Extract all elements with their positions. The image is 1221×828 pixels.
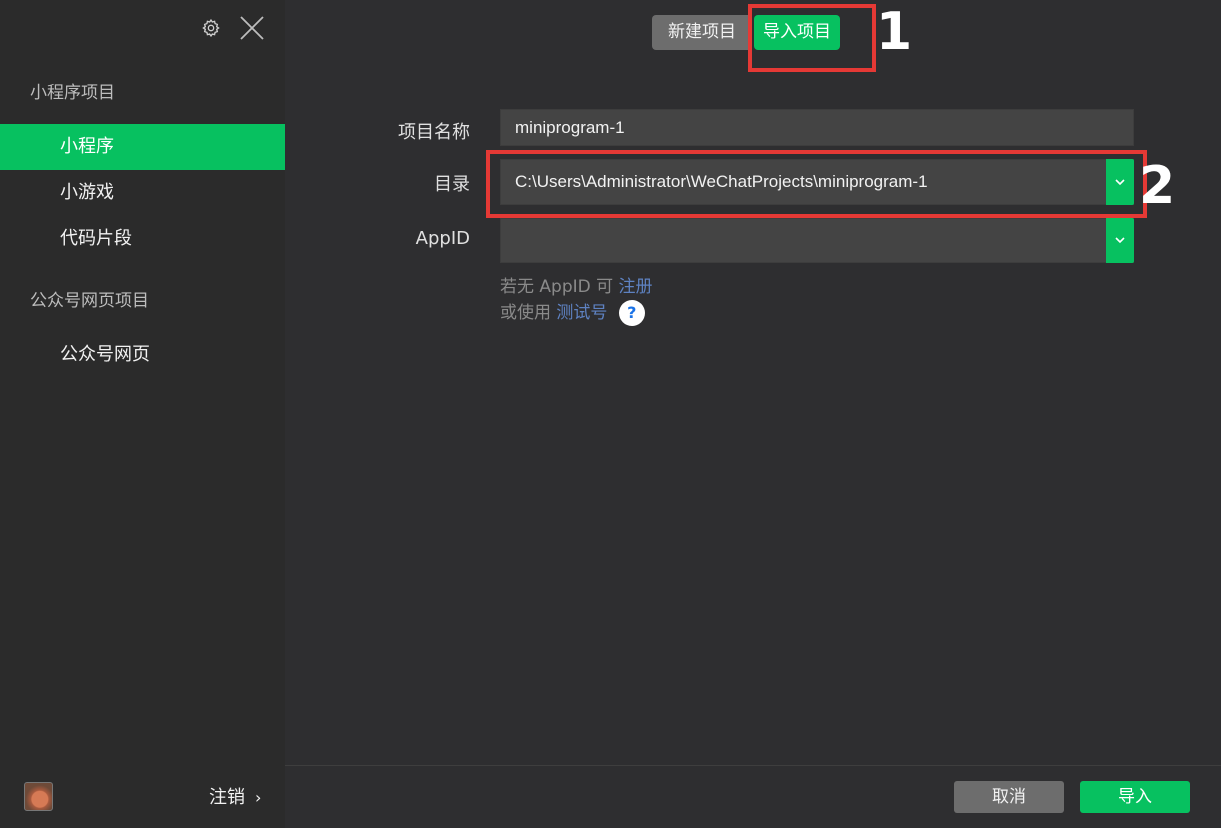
appid-dropdown-button[interactable] [1106,218,1134,263]
logout-label: 注销 [209,787,245,808]
sidebar-item-official-web[interactable]: 公众号网页 [0,332,285,378]
appid-label: AppID [415,228,470,249]
project-name-label: 项目名称 [398,122,470,143]
sidebar-footer: 注销 › [0,765,285,828]
section-title-official-account: 公众号网页项目 [30,291,149,311]
annotation-number-1: 1 [876,2,913,62]
sidebar: 小程序项目 小程序 小游戏 代码片段 公众号网页项目 公众号网页 注销 › [0,0,285,828]
logout-button[interactable]: 注销 › [209,783,261,809]
project-name-field[interactable]: miniprogram-1 [500,109,1134,146]
sidebar-item-miniprogram[interactable]: 小程序 [0,124,285,170]
dialog-footer: 取消 导入 [285,765,1221,828]
chevron-right-icon: › [255,788,262,807]
chevron-down-icon [1115,237,1125,244]
test-account-hint-text: 或使用 [500,303,551,323]
section-title-miniprogram: 小程序项目 [30,83,115,103]
test-account-link[interactable]: 测试号 [556,303,607,323]
register-link[interactable]: 注册 [619,277,653,297]
import-button[interactable]: 导入 [1080,781,1190,813]
cancel-button[interactable]: 取消 [954,781,1064,813]
directory-label: 目录 [434,174,470,195]
annotation-box-1 [748,4,876,72]
register-hint-text: 若无 AppID 可 [500,277,614,297]
project-name-value: miniprogram-1 [515,118,625,137]
sidebar-item-code-snippet[interactable]: 代码片段 [0,216,285,262]
help-icon[interactable]: ? [618,300,645,326]
annotation-box-2 [486,150,1147,218]
test-account-hint: 或使用 测试号 ? [500,298,645,326]
annotation-number-2: 2 [1139,156,1176,216]
avatar[interactable] [24,782,53,811]
register-hint: 若无 AppID 可 注册 [500,272,653,297]
appid-field[interactable] [500,218,1134,263]
main-panel: 新建项目 导入项目 1 项目名称 miniprogram-1 目录 C:\Use… [285,0,1221,828]
close-icon[interactable] [239,15,265,41]
tab-new-project[interactable]: 新建项目 [652,15,752,50]
gear-icon[interactable] [201,18,221,38]
sidebar-item-minigame[interactable]: 小游戏 [0,170,285,216]
